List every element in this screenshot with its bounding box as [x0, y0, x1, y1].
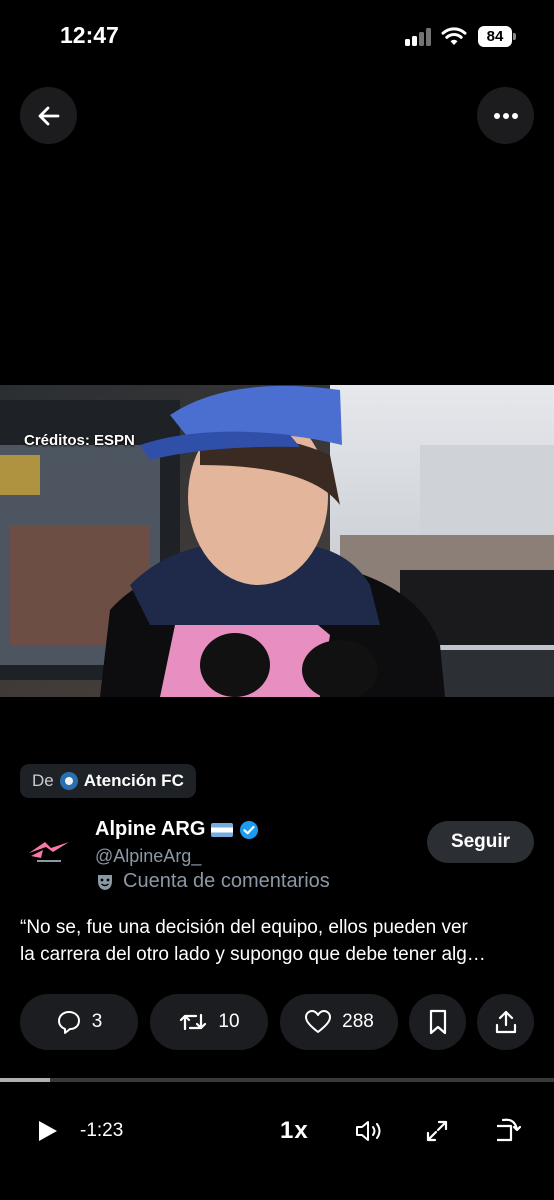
source-name: Atención FC: [83, 771, 184, 790]
video-progress-fill: [0, 1078, 50, 1082]
follow-button[interactable]: Seguir: [427, 821, 534, 863]
author-avatar[interactable]: [20, 822, 78, 880]
alpine-logo-icon: [29, 842, 69, 862]
author-name-row[interactable]: Alpine ARG: [95, 818, 259, 841]
expand-icon: [426, 1120, 448, 1142]
tweet-text[interactable]: “No se, fue una decisión del equipo, ell…: [20, 914, 536, 968]
play-icon: [39, 1121, 57, 1141]
verified-badge-icon: [240, 820, 259, 839]
play-button[interactable]: [34, 1108, 60, 1154]
source-chip[interactable]: De Atención FC: [20, 764, 196, 798]
source-prefix: De: [32, 771, 54, 790]
share-button[interactable]: [477, 994, 534, 1050]
back-button[interactable]: [20, 87, 77, 144]
battery-icon: 84: [478, 26, 516, 47]
argentina-flag-icon: [211, 822, 234, 837]
more-options-button[interactable]: [477, 87, 534, 144]
reply-button[interactable]: 3: [20, 994, 138, 1050]
like-count: 288: [342, 1011, 374, 1032]
tweet-text-line-1: “No se, fue una decisión del equipo, ell…: [20, 917, 468, 938]
arrow-left-icon: [38, 106, 59, 125]
bookmark-button[interactable]: [409, 994, 466, 1050]
video-progress-bar[interactable]: [0, 1078, 554, 1082]
battery-tip: [513, 33, 516, 40]
rotate-icon: [497, 1118, 521, 1142]
wifi-icon: [441, 25, 467, 47]
share-icon: [495, 1010, 516, 1034]
author-name: Alpine ARG: [95, 818, 206, 840]
like-button[interactable]: 288: [280, 994, 398, 1050]
more-horizontal-icon: [493, 112, 518, 119]
player-controls: -1:23 1x: [0, 1108, 554, 1154]
volume-button[interactable]: [354, 1108, 384, 1154]
heart-icon: [305, 1010, 332, 1033]
author-handle[interactable]: @AlpineArg_: [95, 846, 201, 867]
status-bar: 12:47 84: [0, 0, 554, 72]
fullscreen-button[interactable]: [424, 1108, 450, 1154]
retweet-icon: [180, 1013, 207, 1031]
reply-icon: [57, 1011, 80, 1034]
battery-level: 84: [478, 26, 512, 47]
rotate-button[interactable]: [493, 1108, 521, 1154]
retweet-count: 10: [218, 1011, 240, 1032]
account-label: Cuenta de comentarios: [95, 870, 330, 893]
theater-mask-icon: [98, 874, 112, 890]
playback-speed-button[interactable]: 1x: [280, 1108, 309, 1154]
retweet-button[interactable]: 10: [150, 994, 268, 1050]
status-time: 12:47: [60, 22, 119, 48]
cellular-signal-icon: [405, 28, 433, 46]
time-remaining: -1:23: [80, 1120, 124, 1141]
account-label-text: Cuenta de comentarios: [123, 870, 330, 892]
bookmark-icon: [429, 1009, 446, 1035]
reply-count: 3: [91, 1011, 103, 1032]
speaker-icon: [356, 1121, 381, 1141]
video-credits-caption: Créditos: ESPN: [24, 432, 135, 449]
tweet-text-line-2: la carrera del otro lado y supongo que d…: [20, 944, 486, 965]
source-avatar-icon: [59, 772, 78, 790]
